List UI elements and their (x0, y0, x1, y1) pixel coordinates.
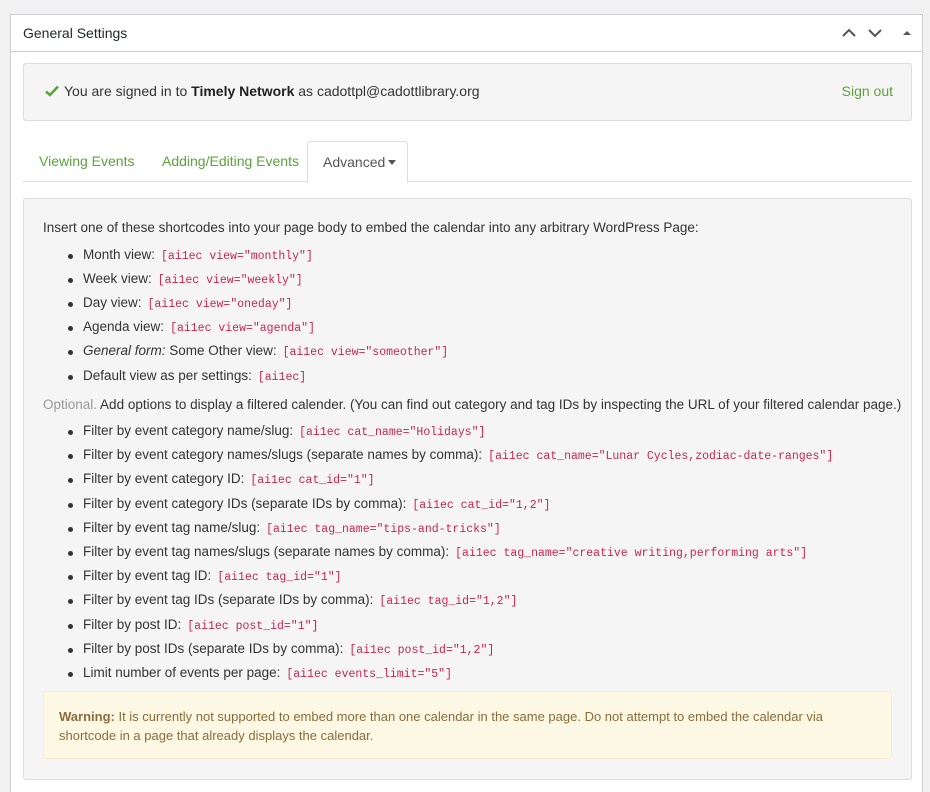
list-item: Filter by event category name/slug: [ai1e… (65, 423, 833, 447)
list-item: Day view: [ai1ec view="oneday"] (65, 295, 448, 319)
move-down-icon[interactable] (865, 23, 885, 43)
shortcode: [ai1ec events_limit="5"] (286, 667, 452, 681)
list-item: Default view as per settings: [ai1ec] (65, 368, 448, 392)
move-up-icon[interactable] (839, 23, 859, 43)
collapse-toggle-icon[interactable] (897, 23, 917, 43)
shortcode: [ai1ec tag_id="1"] (217, 571, 342, 585)
panel-header: General Settings (11, 15, 922, 52)
warning-text: It is currently not supported to embed m… (59, 709, 824, 743)
shortcode: [ai1ec view="someother"] (282, 346, 449, 359)
list-item: Filter by event tag name/slug: [ai1ec tag… (65, 520, 833, 544)
checkmark-icon (45, 85, 59, 100)
signed-in-prefix: You are signed in to (64, 83, 188, 99)
list-item: Filter by event tag ID: [ai1ec tag_id="1"… (65, 568, 833, 592)
optional-label: Optional. (43, 397, 98, 412)
sign-out-link[interactable]: Sign out (842, 83, 893, 99)
shortcode: [ai1ec tag_name="creative writing,perfor… (455, 546, 808, 560)
optional-text: Optional. Add options to display a filte… (43, 397, 902, 412)
shortcode: [ai1ec view="agenda"] (170, 322, 315, 335)
tab-advanced[interactable]: Advanced (307, 141, 408, 183)
list-item: Week view: [ai1ec view="weekly"] (65, 271, 448, 295)
shortcode: [ai1ec post_id="1"] (187, 619, 319, 633)
tab-advanced-label: Advanced (323, 154, 386, 170)
list-item: Filter by event category IDs (separate I… (65, 496, 833, 520)
warning-alert: Warning: It is currently not supported t… (43, 691, 892, 759)
advanced-tab-content: Insert one of these shortcodes into your… (23, 198, 912, 780)
shortcode: [ai1ec view="monthly"] (161, 250, 313, 263)
shortcode: [ai1ec cat_name="Lunar Cycles,zodiac-dat… (488, 450, 834, 464)
panel-title: General Settings (23, 25, 128, 41)
shortcode: [ai1ec cat_id="1,2"] (412, 498, 551, 512)
list-item: Filter by event tag names/slugs (separat… (65, 544, 833, 568)
shortcode: [ai1ec view="weekly"] (157, 274, 303, 287)
shortcode: [ai1ec view="oneday"] (147, 298, 293, 311)
list-item: Agenda view: [ai1ec view="agenda"] (65, 319, 448, 343)
list-item: General form: Some Other view: [ai1ec vie… (65, 343, 448, 368)
list-item: Month view: [ai1ec view="monthly"] (65, 247, 448, 271)
caret-down-icon (388, 159, 397, 165)
list-item: Limit number of events per page: [ai1ec e… (65, 665, 833, 689)
shortcode: [ai1ec] (257, 371, 307, 384)
tab-adding-editing-events[interactable]: Adding/Editing Events (162, 141, 299, 182)
shortcode: [ai1ec cat_name="Holidays"] (299, 426, 486, 439)
warning-label: Warning: (59, 709, 115, 724)
shortcode: [ai1ec tag_id="1,2"] (379, 595, 518, 609)
shortcode: [ai1ec cat_id="1"] (250, 474, 375, 488)
list-item: Filter by event category names/slugs (se… (65, 447, 833, 471)
signed-in-notice: You are signed in to Timely Network as c… (23, 63, 912, 121)
list-item: Filter by post IDs (separate IDs by comm… (65, 641, 833, 665)
signed-in-text: You are signed in to Timely Network as c… (64, 83, 480, 99)
shortcode: [ai1ec post_id="1,2"] (349, 643, 495, 657)
signed-in-as: as (298, 83, 314, 99)
list-item: Filter by event tag IDs (separate IDs by… (65, 592, 833, 616)
shortcode: [ai1ec tag_name="tips-and-tricks"] (266, 522, 501, 536)
tab-viewing-events[interactable]: Viewing Events (39, 141, 134, 182)
network-name: Timely Network (191, 83, 295, 99)
intro-text: Insert one of these shortcodes into your… (43, 220, 699, 235)
list-item: Filter by post ID: [ai1ec post_id="1"] (65, 617, 833, 641)
settings-tabs: Viewing Events Adding/Editing Events Adv… (23, 141, 912, 183)
list-item: Filter by event category ID: [ai1ec cat_i… (65, 471, 833, 495)
account-email: cadottpl@cadottlibrary.org (316, 83, 480, 99)
view-shortcodes-list: Month view: [ai1ec view="monthly"] Week v… (65, 247, 448, 392)
filter-shortcodes-list: Filter by event category name/slug: [ai1e… (65, 423, 833, 689)
general-settings-panel: General Settings You are signed in to Ti… (10, 14, 923, 792)
